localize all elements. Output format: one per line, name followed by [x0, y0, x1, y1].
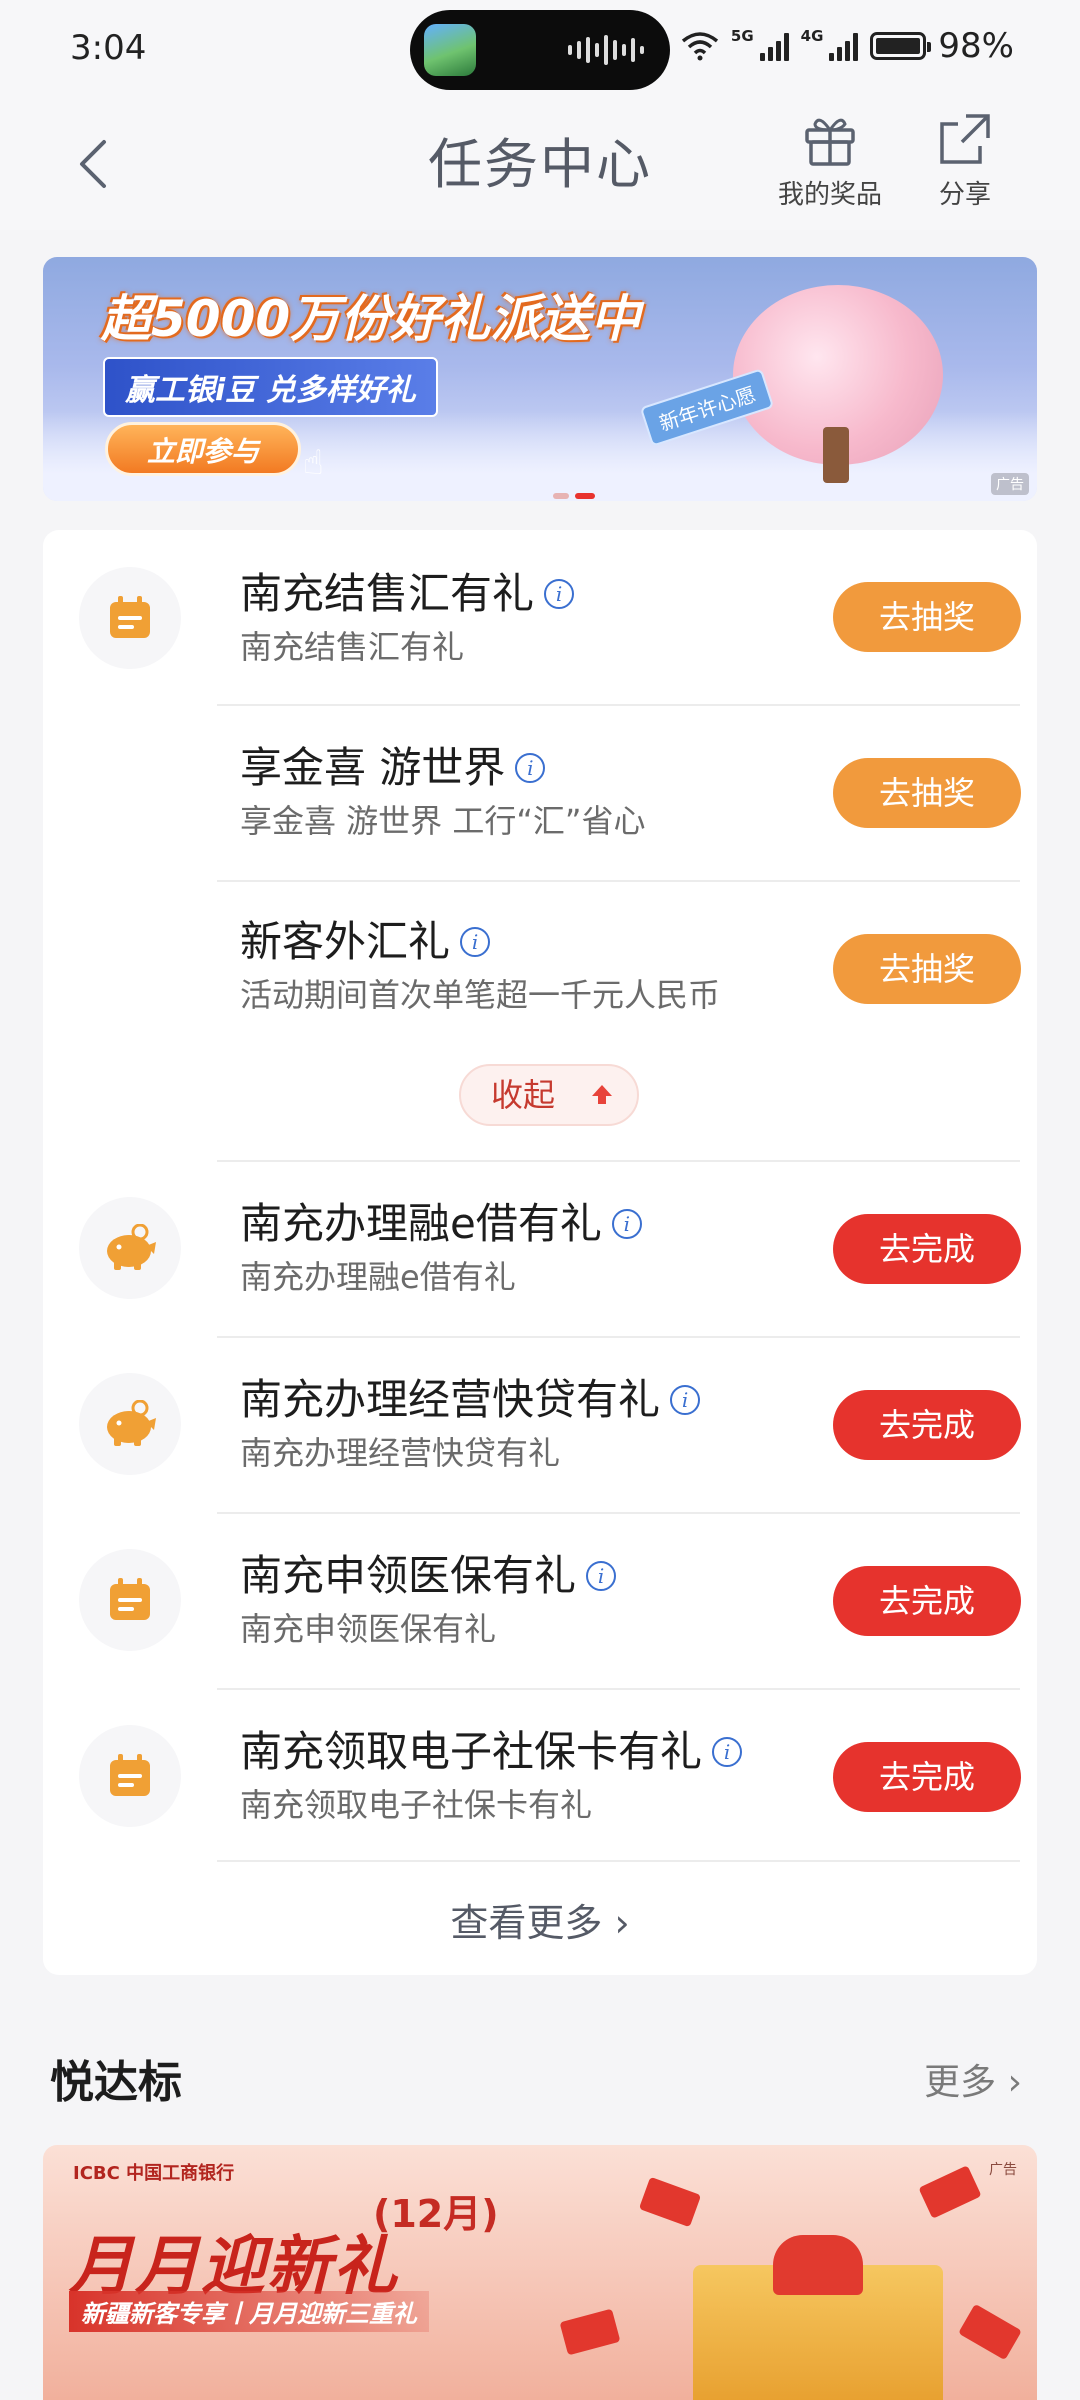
task-title: 南充申领医保有礼 i [240, 1542, 617, 1603]
my-prizes-button[interactable]: 我的奖品 [770, 110, 890, 211]
task-list-card: 南充结售汇有礼 i 南充结售汇有礼 去抽奖 享金喜 游世界 i 享金喜 游世界 工行… [43, 530, 1037, 1975]
status-time: 3:04 [70, 28, 147, 68]
task-subtitle: 南充结售汇有礼 [240, 628, 465, 666]
task-row: 南充领取电子社保卡有礼 i 南充领取电子社保卡有礼 去完成 [43, 1690, 1037, 1864]
arrow-up-icon [592, 1085, 612, 1104]
share-label: 分享 [938, 180, 991, 210]
red-envelope-decoration [559, 2308, 621, 2356]
info-icon[interactable]: i [460, 926, 491, 957]
gift-icon [805, 118, 855, 166]
lottery-button[interactable]: 去抽奖 [833, 934, 1021, 1004]
task-row: 新客外汇礼 i 活动期间首次单笔超一千元人民币 去抽奖 [43, 882, 1037, 1032]
page-header: 任务中心 我的奖品 分享 [0, 100, 1080, 230]
signal-icon [759, 31, 789, 61]
task-row: 享金喜 游世界 i 享金喜 游世界 工行“汇”省心 去抽奖 [43, 706, 1037, 882]
share-button[interactable]: 分享 [905, 110, 1025, 211]
collapse-label: 收起 [491, 1076, 556, 1114]
banner-tree-trunk [823, 427, 849, 483]
monthly-promo-banner[interactable]: ICBC 中国工商银行 广告 (12月) 月月迎新礼 新疆新客专享丨月月迎新三重… [43, 2145, 1037, 2400]
my-prizes-label: 我的奖品 [777, 180, 882, 210]
task-title: 新客外汇礼 i [240, 908, 491, 969]
network-type-5g: 5G [730, 27, 754, 45]
red-envelope-decoration [958, 2303, 1022, 2361]
piggy-bank-icon [79, 1197, 181, 1299]
task-subtitle: 享金喜 游世界 工行“汇”省心 [240, 802, 646, 840]
lottery-button[interactable]: 去抽奖 [833, 582, 1021, 652]
promo-subtitle: 新疆新客专享丨月月迎新三重礼 [69, 2291, 429, 2332]
task-row: 南充结售汇有礼 i 南充结售汇有礼 去抽奖 [43, 530, 1037, 706]
info-icon[interactable]: i [670, 1384, 701, 1415]
promo-banner[interactable]: 超5000万份好礼派送中 赢工银i豆 兑多样好礼 立即参与 ☝ 新年许心愿 广告 [43, 257, 1037, 501]
task-subtitle: 南充领取电子社保卡有礼 [240, 1786, 593, 1824]
task-row: 南充办理经营快贷有礼 i 南充办理经营快贷有礼 去完成 [43, 1338, 1037, 1512]
divider [217, 1860, 1020, 1862]
battery-icon [870, 32, 932, 60]
complete-button[interactable]: 去完成 [833, 1214, 1021, 1284]
complete-button[interactable]: 去完成 [833, 1390, 1021, 1460]
chevron-right-icon: › [1007, 2062, 1022, 2103]
info-icon[interactable]: i [611, 1208, 642, 1239]
red-envelope-decoration [638, 2176, 702, 2228]
info-icon[interactable]: i [586, 1560, 617, 1591]
complete-button[interactable]: 去完成 [833, 1742, 1021, 1812]
see-more-label: 查看更多 [450, 1901, 603, 1945]
banner-subtitle: 赢工银i豆 兑多样好礼 [103, 357, 438, 417]
task-title: 南充办理经营快贷有礼 i [240, 1366, 701, 1427]
bank-logo: ICBC 中国工商银行 [73, 2163, 235, 2184]
gift-bow-illustration [773, 2235, 863, 2295]
wifi-icon [681, 32, 719, 61]
calendar-icon [79, 567, 181, 669]
task-subtitle: 南充申领医保有礼 [240, 1610, 497, 1648]
info-icon[interactable]: i [544, 578, 575, 609]
task-title: 享金喜 游世界 i [240, 734, 546, 795]
banner-pagination [553, 493, 595, 499]
collapse-button[interactable]: 收起 [459, 1064, 639, 1126]
battery-percent: 98% [938, 26, 1014, 66]
task-subtitle: 活动期间首次单笔超一千元人民币 [240, 976, 721, 1014]
info-icon[interactable]: i [712, 1736, 743, 1767]
network-type-4g: 4G [800, 27, 824, 45]
signal-icon-2 [829, 31, 859, 61]
ad-label: 广告 [991, 473, 1029, 495]
dynamic-island[interactable] [410, 10, 670, 90]
chevron-right-icon: › [614, 1901, 630, 1945]
ad-label: 广告 [989, 2162, 1017, 2178]
media-thumbnail [424, 24, 476, 76]
status-indicators: 5G 4G 98% [681, 26, 1014, 66]
section-more-link[interactable]: 更多 › [924, 2053, 1022, 2105]
audio-wave-icon [568, 30, 644, 70]
lottery-button[interactable]: 去抽奖 [833, 758, 1021, 828]
task-subtitle: 南充办理经营快贷有礼 [240, 1434, 561, 1472]
status-bar: 3:04 5G 4G 98% [0, 0, 1080, 100]
banner-title: 超5000万份好礼派送中 [101, 290, 641, 348]
task-row: 南充申领医保有礼 i 南充申领医保有礼 去完成 [43, 1514, 1037, 1688]
banner-join-button[interactable]: 立即参与 [105, 422, 301, 476]
task-title: 南充结售汇有礼 i [240, 560, 575, 621]
task-subtitle: 南充办理融e借有礼 [240, 1258, 516, 1296]
task-row: 南充办理融e借有礼 i 南充办理融e借有礼 去完成 [43, 1162, 1037, 1336]
see-more-button[interactable]: 查看更多 › [43, 1892, 1037, 1947]
hand-pointer-icon: ☝ [303, 443, 324, 483]
task-title: 南充办理融e借有礼 i [240, 1190, 642, 1251]
piggy-bank-icon [79, 1373, 181, 1475]
section-more-label: 更多 [924, 2062, 997, 2103]
calendar-icon [79, 1549, 181, 1651]
section-title: 悦达标 [50, 2057, 182, 2108]
red-envelope-decoration [918, 2165, 982, 2219]
calendar-icon [79, 1725, 181, 1827]
share-icon [940, 114, 990, 164]
complete-button[interactable]: 去完成 [833, 1566, 1021, 1636]
task-title: 南充领取电子社保卡有礼 i [240, 1718, 743, 1779]
info-icon[interactable]: i [515, 752, 546, 783]
